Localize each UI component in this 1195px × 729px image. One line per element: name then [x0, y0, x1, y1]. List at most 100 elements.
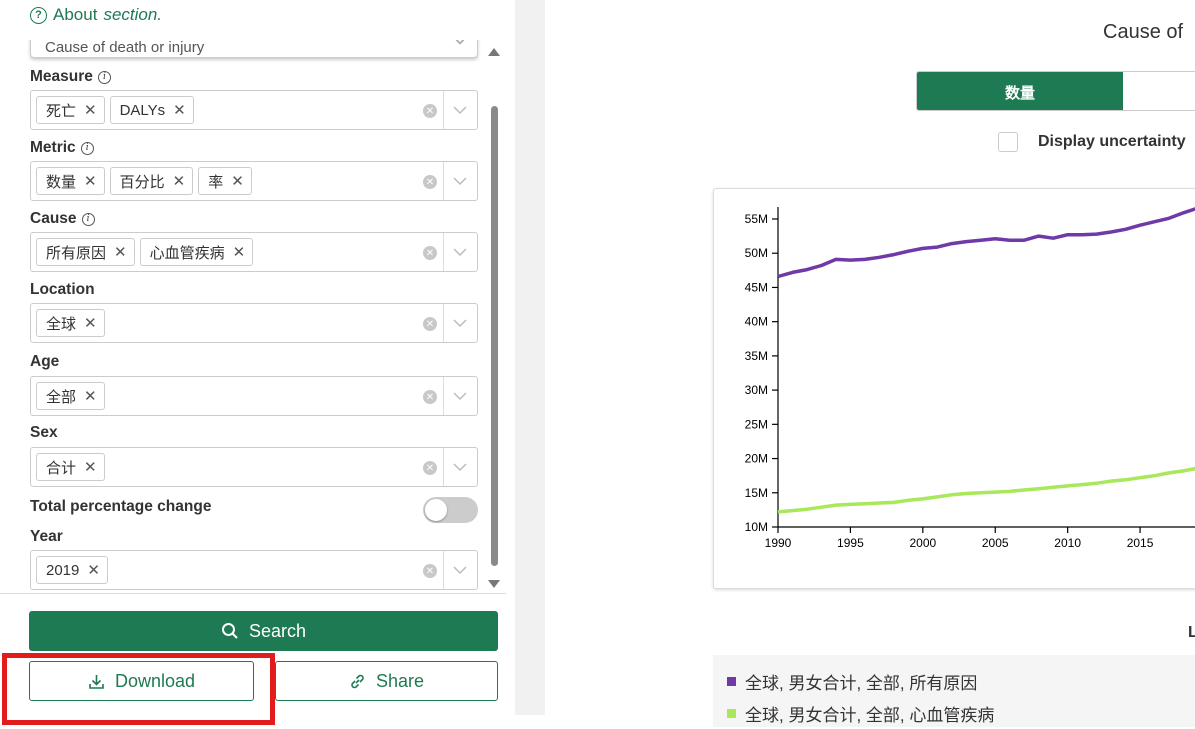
download-button[interactable]: Download: [29, 661, 254, 701]
tag-label: 所有原因: [46, 244, 107, 262]
measure-select[interactable]: 死亡 ✕ DALYs ✕ ✕: [30, 90, 478, 130]
tag-label: 2019: [46, 561, 80, 579]
link-icon: [351, 674, 364, 688]
tag-label: 全部: [46, 388, 77, 406]
chevron-down-icon[interactable]: [452, 317, 468, 329]
remove-tag-icon[interactable]: ✕: [84, 387, 97, 405]
search-icon: [221, 623, 238, 639]
filter-scroll-area[interactable]: Cause of death or injury Measure i 死亡 ✕ D…: [0, 40, 506, 594]
divider: [443, 448, 444, 486]
scroll-up-icon[interactable]: [488, 48, 500, 56]
remove-tag-icon[interactable]: ✕: [84, 458, 97, 476]
about-suffix: section.: [103, 5, 163, 24]
legend-item: 全球, 男女合计, 全部, 所有原因: [727, 665, 1189, 697]
clear-icon[interactable]: ✕: [423, 246, 437, 260]
tag-label: 死亡: [46, 102, 77, 120]
y-tick-label: 25M: [745, 417, 768, 431]
clear-icon[interactable]: ✕: [423, 317, 437, 331]
metric-label: Metric i: [30, 139, 94, 157]
tab-count[interactable]: 数量: [917, 72, 1123, 110]
download-label: Download: [114, 670, 196, 691]
clear-icon[interactable]: ✕: [423, 390, 437, 404]
search-label: Search: [248, 620, 307, 641]
tag-label: 百分比: [119, 173, 165, 191]
share-button[interactable]: Share: [275, 661, 498, 701]
about-prefix: About: [53, 5, 98, 24]
chevron-down-icon[interactable]: [452, 104, 468, 116]
y-tick-label: 40M: [745, 315, 768, 329]
year-select[interactable]: 2019 ✕ ✕: [30, 550, 478, 590]
chevron-down-icon[interactable]: [452, 390, 468, 402]
line-chart: 10M 15M 20M 25M 30M 35M 40M 45M 50M 55M 1990 1995 20…: [745, 207, 1195, 550]
search-button[interactable]: Search: [29, 611, 498, 651]
about-link[interactable]: ? About section.: [30, 5, 162, 25]
remove-tag-icon[interactable]: ✕: [173, 101, 186, 119]
sex-tag: 合计 ✕: [36, 453, 105, 481]
year-label-text: Year: [30, 528, 63, 545]
legend-heading: L: [1188, 624, 1195, 641]
remove-tag-icon[interactable]: ✕: [231, 172, 244, 190]
legend-item: 全球, 男女合计, 全部, 心血管疾病: [727, 697, 1189, 729]
age-label-text: Age: [30, 353, 60, 370]
clear-icon[interactable]: ✕: [423, 564, 437, 578]
tag-label: 合计: [46, 459, 77, 477]
y-tick-label: 20M: [745, 452, 768, 466]
age-select[interactable]: 全部 ✕ ✕: [30, 376, 478, 416]
cause-select[interactable]: 所有原因 ✕ 心血管疾病 ✕ ✕: [30, 232, 478, 272]
location-label-text: Location: [30, 281, 95, 298]
clear-icon[interactable]: ✕: [423, 175, 437, 189]
metric-tag: 数量 ✕: [36, 167, 105, 195]
chevron-down-icon[interactable]: [452, 246, 468, 258]
filter-panel: ? About section. Cause of death or injur…: [0, 0, 515, 727]
clear-icon[interactable]: ✕: [423, 104, 437, 118]
metric-tabs: 数量: [916, 71, 1195, 111]
help-icon: ?: [30, 6, 47, 24]
scroll-down-icon[interactable]: [488, 580, 500, 588]
remove-tag-icon[interactable]: ✕: [87, 561, 100, 579]
total-change-label-text: Total percentage change: [30, 498, 212, 515]
location-label: Location: [30, 281, 95, 299]
y-tick-label: 45M: [745, 280, 768, 294]
x-tick-label: 1995: [837, 536, 864, 550]
remove-tag-icon[interactable]: ✕: [84, 314, 97, 332]
remove-tag-icon[interactable]: ✕: [173, 172, 186, 190]
metric-select[interactable]: 数量 ✕ 百分比 ✕ 率 ✕ ✕: [30, 161, 478, 201]
total-change-label: Total percentage change: [30, 498, 211, 516]
cause-type-select[interactable]: Cause of death or injury: [30, 40, 478, 58]
sex-label-text: Sex: [30, 424, 58, 441]
x-tick-label: 2010: [1054, 536, 1081, 550]
total-change-toggle[interactable]: [423, 497, 478, 523]
info-icon[interactable]: i: [80, 141, 94, 155]
location-select[interactable]: 全球 ✕ ✕: [30, 303, 478, 343]
uncertainty-option[interactable]: Display uncertainty: [998, 132, 1186, 152]
remove-tag-icon[interactable]: ✕: [84, 101, 97, 119]
divider: [443, 162, 444, 200]
divider: [443, 233, 444, 271]
measure-label-text: Measure: [30, 68, 93, 85]
metric-tag: 百分比 ✕: [109, 167, 194, 195]
sex-select[interactable]: 合计 ✕ ✕: [30, 447, 478, 487]
scrollbar-thumb[interactable]: [491, 106, 498, 566]
chart-title: Cause of: [1103, 21, 1184, 43]
remove-tag-icon[interactable]: ✕: [84, 172, 97, 190]
info-icon[interactable]: i: [81, 212, 95, 226]
measure-label: Measure i: [30, 68, 111, 86]
chevron-down-icon[interactable]: [452, 175, 468, 187]
divider: [443, 377, 444, 415]
panel-gutter: [515, 0, 545, 715]
chevron-down-icon[interactable]: [452, 461, 468, 473]
remove-tag-icon[interactable]: ✕: [233, 243, 246, 261]
legend-label: 全球, 男女合计, 全部, 所有原因: [745, 673, 978, 693]
chevron-down-icon[interactable]: [452, 564, 468, 576]
cause-label-text: Cause: [30, 210, 77, 227]
y-tick-label: 50M: [745, 246, 768, 260]
info-icon[interactable]: i: [97, 70, 111, 84]
uncertainty-checkbox[interactable]: [998, 132, 1018, 152]
metric-tag: 率 ✕: [198, 167, 252, 195]
remove-tag-icon[interactable]: ✕: [114, 243, 127, 261]
x-tick-label: 2000: [909, 536, 936, 550]
series-line-1: [777, 466, 1195, 514]
clear-icon[interactable]: ✕: [423, 461, 437, 475]
location-tag: 全球 ✕: [36, 309, 105, 337]
scrollbar[interactable]: [487, 48, 501, 588]
